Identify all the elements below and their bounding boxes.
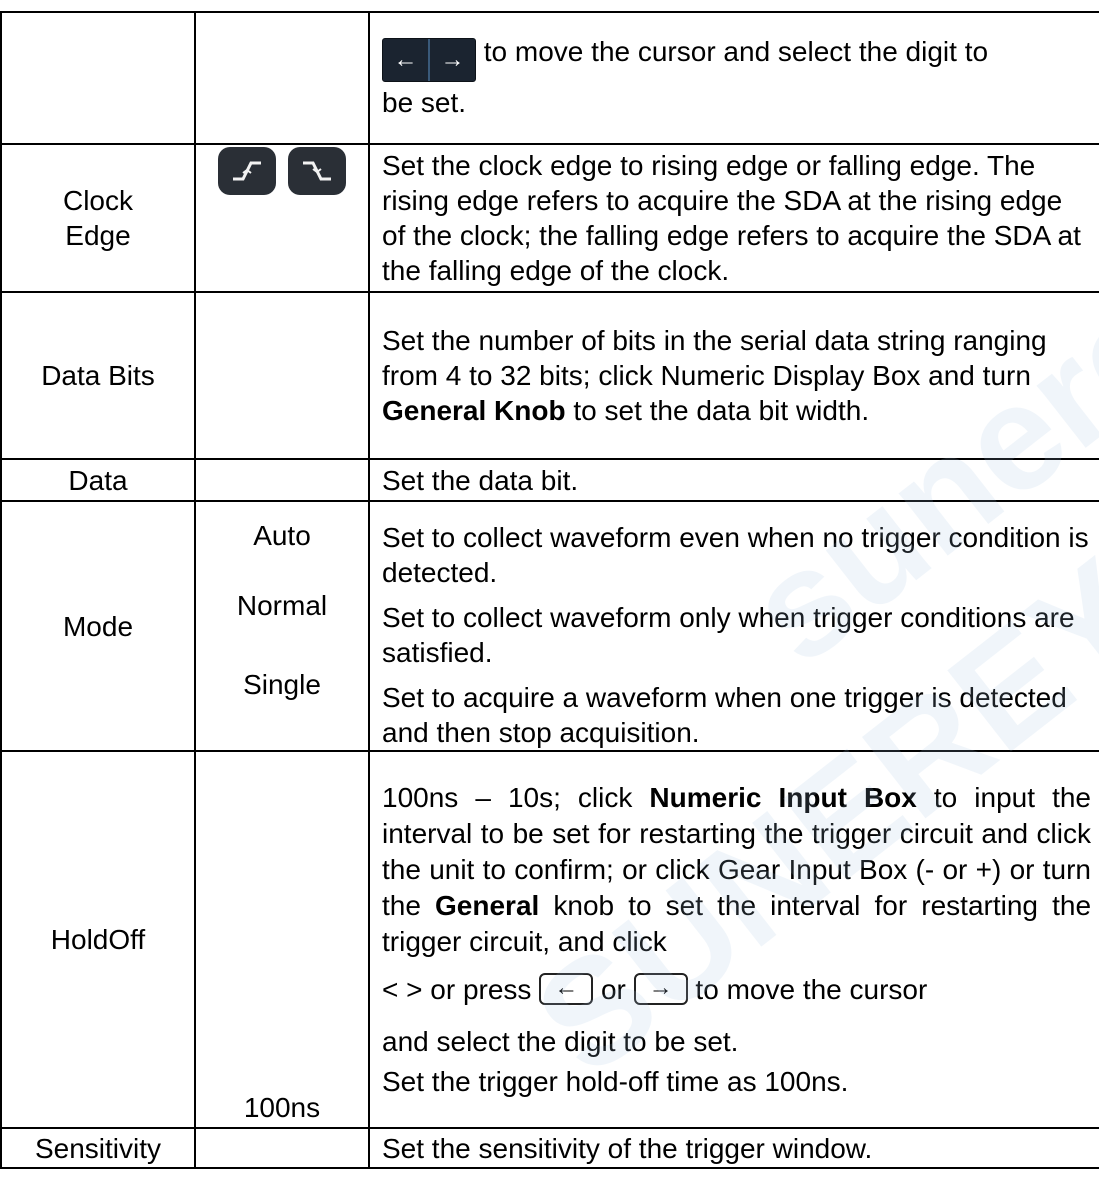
table-cell: Set the data bit.: [368, 458, 1099, 502]
right-key-icon: →: [633, 972, 688, 1005]
mode-description: Set to collect waveform even when no tri…: [382, 522, 1089, 588]
table-cell: Set the clock edge to rising edge or fal…: [368, 143, 1099, 293]
holdoff-option: 100ns: [243, 1092, 321, 1123]
table-cell: ← → to move the cursor and select the di…: [368, 11, 1099, 145]
table-cell: Data Bits: [0, 291, 196, 460]
mode-description: Set to acquire a waveform when one trigg…: [382, 682, 1067, 748]
row-label: Data Bits: [41, 360, 155, 391]
table-cell: 100ns: [194, 750, 370, 1129]
cursor-text-end: be set.: [382, 87, 467, 118]
table-cell: 100ns – 10s; click Numeric Input Box to …: [368, 750, 1099, 1129]
cursor-text: to move the cursor and select the digit …: [476, 36, 989, 67]
table-cell: Clock Edge: [0, 143, 196, 293]
table-row: Mode Auto Normal Single Set to collect w…: [0, 500, 1099, 752]
mode-description: Set to collect waveform only when trigge…: [382, 602, 1075, 668]
row-label: Edge: [65, 220, 131, 251]
table-cell: [194, 143, 370, 293]
row-description: 100ns – 10s; click Numeric Input Box to …: [382, 781, 1092, 957]
table-cell: Auto Normal Single: [194, 500, 370, 752]
settings-table: ← → to move the cursor and select the di…: [0, 11, 1099, 1169]
table-cell: [194, 1127, 370, 1169]
table-cell: Set the number of bits in the serial dat…: [368, 291, 1099, 460]
right-arrow-icon: →: [440, 46, 465, 73]
row-label: Clock: [62, 185, 133, 216]
document-page: sunereye SUNEREYE ← → to move the cursor…: [0, 0, 1099, 1189]
table-cell: [194, 11, 370, 145]
table-row: Data Bits Set the number of bits in the …: [0, 291, 1099, 460]
table-row: Data Set the data bit.: [0, 458, 1099, 502]
falling-edge-icon: [288, 147, 346, 195]
table-cell: Mode: [0, 500, 196, 752]
left-key-icon: ←: [539, 972, 594, 1005]
row-label: Data: [68, 464, 128, 496]
holdoff-option-description: Set the trigger hold-off time as 100ns.: [382, 1065, 849, 1097]
mode-option: Auto: [253, 520, 311, 551]
table-row: ← → to move the cursor and select the di…: [0, 11, 1099, 145]
table-cell: Set to collect waveform even when no tri…: [368, 500, 1099, 752]
row-description: Set the data bit.: [382, 464, 579, 496]
rising-edge-icon: [218, 147, 276, 195]
table-cell: [194, 458, 370, 502]
table-cell: [0, 11, 196, 145]
mode-option: Single: [243, 669, 321, 700]
row-label: Sensitivity: [34, 1132, 162, 1164]
table-cell: Set the sensitivity of the trigger windo…: [368, 1127, 1099, 1169]
table-row: HoldOff 100ns 100ns – 10s; click Numeric…: [0, 750, 1099, 1129]
holdoff-keys-line: < > or press ← or → to move the cursor: [382, 972, 928, 1005]
left-arrow-icon: ←: [393, 46, 418, 73]
row-description: Set the sensitivity of the trigger windo…: [382, 1132, 873, 1164]
row-description-end: and select the digit to be set.: [382, 1025, 739, 1057]
row-label: Mode: [62, 610, 134, 642]
row-description: Set the number of bits in the serial dat…: [382, 325, 1047, 426]
table-cell: HoldOff: [0, 750, 196, 1129]
mode-option: Normal: [236, 590, 328, 621]
arrow-keys-icon: ← →: [382, 38, 476, 82]
table-cell: Data: [0, 458, 196, 502]
table-row: Sensitivity Set the sensitivity of the t…: [0, 1127, 1099, 1169]
table-cell: Sensitivity: [0, 1127, 196, 1169]
row-label: HoldOff: [50, 924, 146, 955]
table-cell: [194, 291, 370, 460]
table-row: Clock Edge Set the clock edge to rising …: [0, 143, 1099, 293]
row-description: Set the clock edge to rising edge or fal…: [382, 150, 1081, 286]
